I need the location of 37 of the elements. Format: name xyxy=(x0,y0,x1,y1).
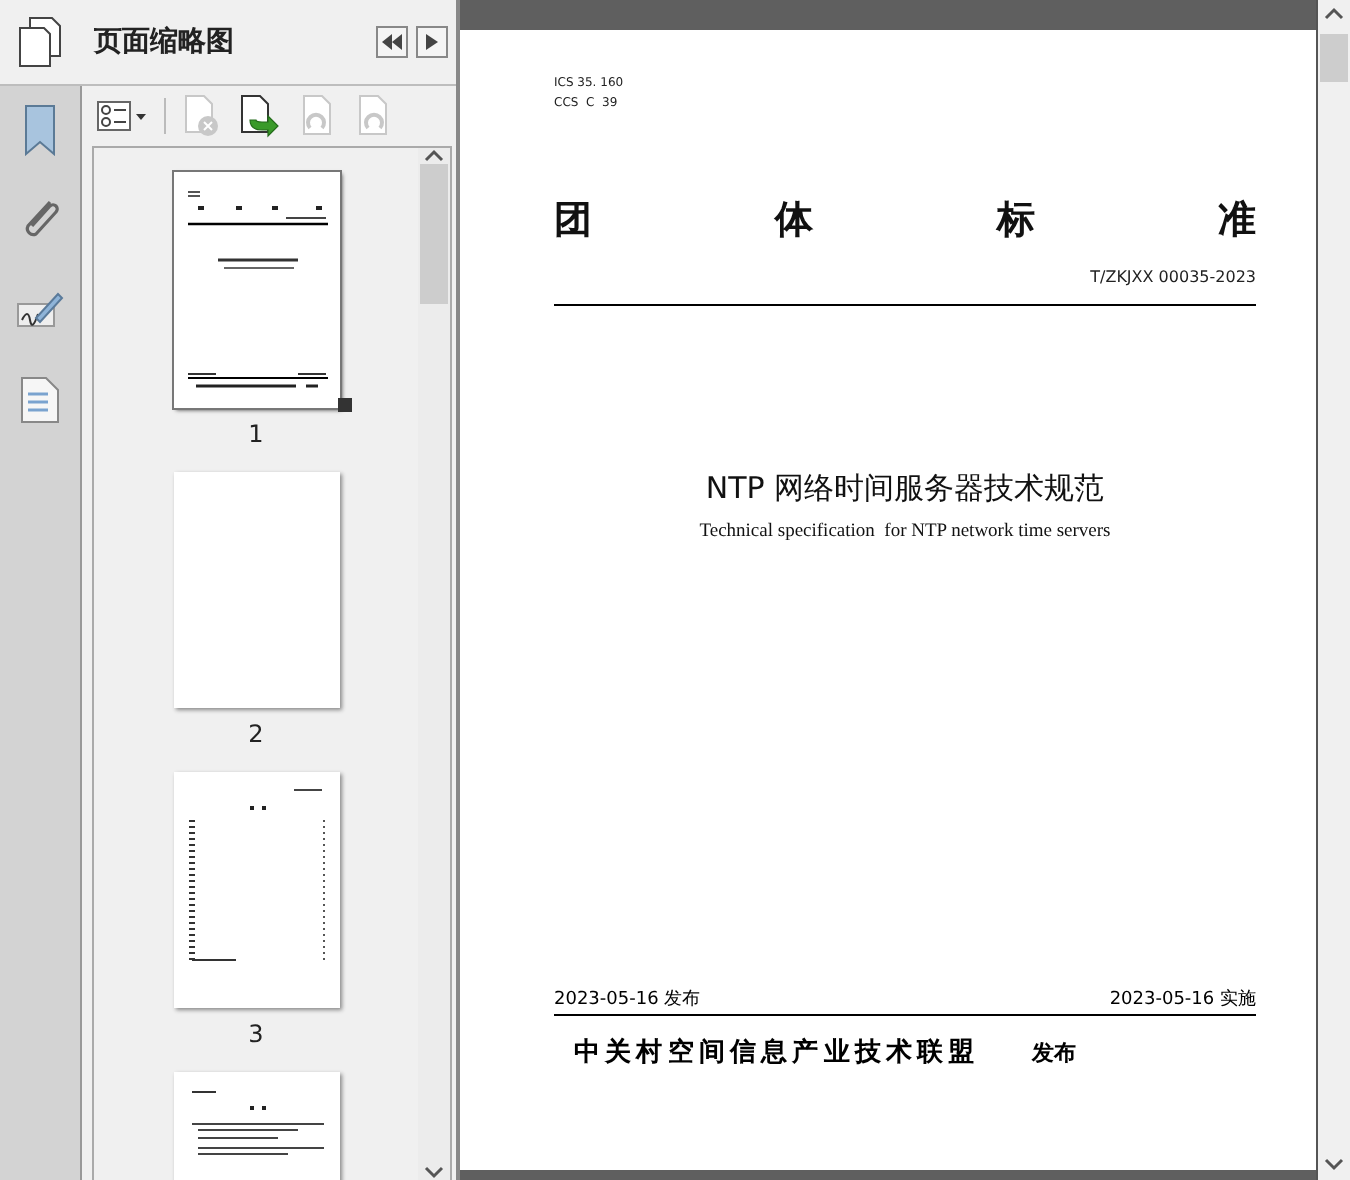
right-arrow-icon xyxy=(426,34,438,50)
page-number: 1 xyxy=(248,420,264,448)
page-thumbnails-icon xyxy=(18,16,62,68)
heading-character: 团 xyxy=(554,196,592,246)
page-thumbnail[interactable] xyxy=(173,772,339,1008)
double-left-arrow-icon xyxy=(382,34,402,50)
options-icon xyxy=(96,100,148,132)
scroll-up-icon[interactable] xyxy=(424,148,444,164)
bookmark-icon xyxy=(22,104,58,156)
options-button[interactable] xyxy=(96,100,148,132)
signature-pen-icon xyxy=(16,288,64,332)
publish-date: 2023-05-16 发布 xyxy=(554,987,701,1012)
scrollbar-thumb[interactable] xyxy=(420,164,448,304)
heading-character: 体 xyxy=(775,196,814,246)
expand-button[interactable] xyxy=(416,26,448,58)
scroll-up-icon[interactable] xyxy=(1324,6,1344,22)
panel-title: 页面缩略图 xyxy=(94,24,236,60)
scroll-down-icon[interactable] xyxy=(1324,1156,1344,1172)
effective-date: 2023-05-16 实施 xyxy=(1109,987,1256,1012)
page-arrow-icon xyxy=(238,94,282,138)
page-thumbnail[interactable] xyxy=(173,472,339,708)
heading-character: 标 xyxy=(996,196,1035,246)
collapse-button[interactable] xyxy=(376,26,408,58)
standard-number: T/ZKJXX 00035-2023 xyxy=(1090,268,1256,286)
document-icon xyxy=(20,376,60,424)
document-title: NTP 网络时间服务器技术规范 xyxy=(705,470,1105,508)
scrollbar-thumb[interactable] xyxy=(1320,34,1348,82)
insert-button[interactable] xyxy=(238,94,282,138)
page-thumbnail[interactable] xyxy=(173,172,339,408)
page-number: 2 xyxy=(248,720,264,748)
scroll-down-icon[interactable] xyxy=(424,1164,444,1180)
delete-page-icon xyxy=(182,94,222,138)
publisher-name: 中关村空间信息产业技术联盟 xyxy=(574,1035,980,1070)
publish-label: 发布 xyxy=(1031,1038,1076,1068)
heading-character: 准 xyxy=(1217,196,1256,246)
page-number: 3 xyxy=(248,1020,264,1048)
document-subtitle: Technical specification for NTP network time servers xyxy=(699,522,1111,542)
